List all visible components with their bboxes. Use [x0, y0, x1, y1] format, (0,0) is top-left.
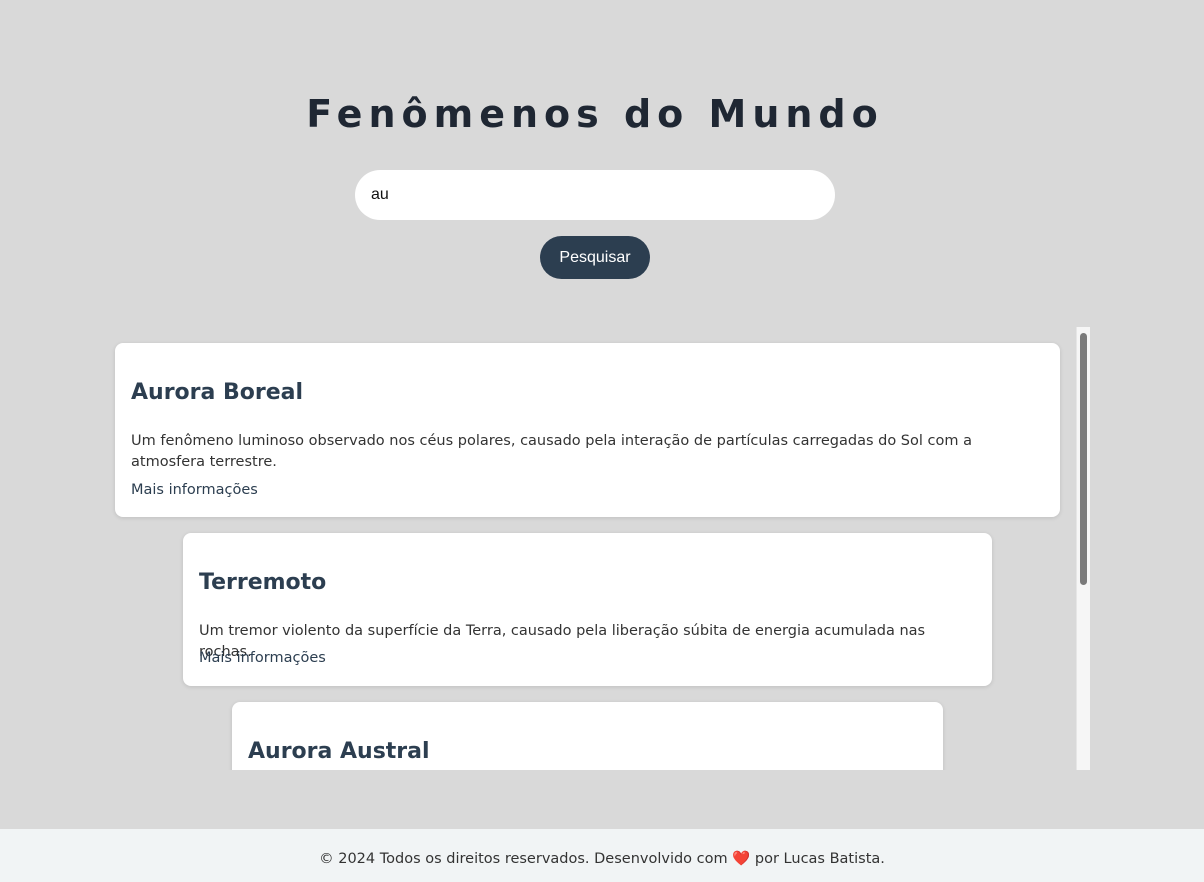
footer: © 2024 Todos os direitos reservados. Des… — [0, 829, 1204, 882]
results-scrollbar[interactable] — [1076, 327, 1090, 770]
search-button[interactable]: Pesquisar — [540, 236, 650, 279]
page-title: Fenômenos do Mundo — [306, 92, 884, 136]
result-card: Aurora Boreal Um fenômeno luminoso obser… — [115, 343, 1060, 517]
results-list[interactable]: Aurora Boreal Um fenômeno luminoso obser… — [100, 327, 1090, 770]
result-title: Aurora Austral — [248, 739, 430, 764]
heart-icon: ❤️ — [732, 851, 751, 867]
footer-text-before: © 2024 Todos os direitos reservados. Des… — [319, 851, 728, 867]
more-info-link[interactable]: Mais informações — [199, 650, 326, 666]
scrollbar-thumb[interactable] — [1080, 333, 1087, 585]
search-input[interactable] — [355, 170, 835, 220]
result-description: Um fenômeno luminoso observado nos céus … — [131, 433, 972, 470]
result-title: Aurora Boreal — [131, 380, 304, 405]
result-card: Aurora Austral — [232, 702, 943, 770]
result-title: Terremoto — [199, 570, 327, 595]
more-info-link[interactable]: Mais informações — [131, 482, 258, 498]
result-card: Terremoto Um tremor violento da superfíc… — [183, 533, 992, 686]
footer-text-after: por Lucas Batista. — [754, 851, 885, 867]
page: Fenômenos do Mundo Pesquisar Aurora Bore… — [0, 0, 1204, 882]
